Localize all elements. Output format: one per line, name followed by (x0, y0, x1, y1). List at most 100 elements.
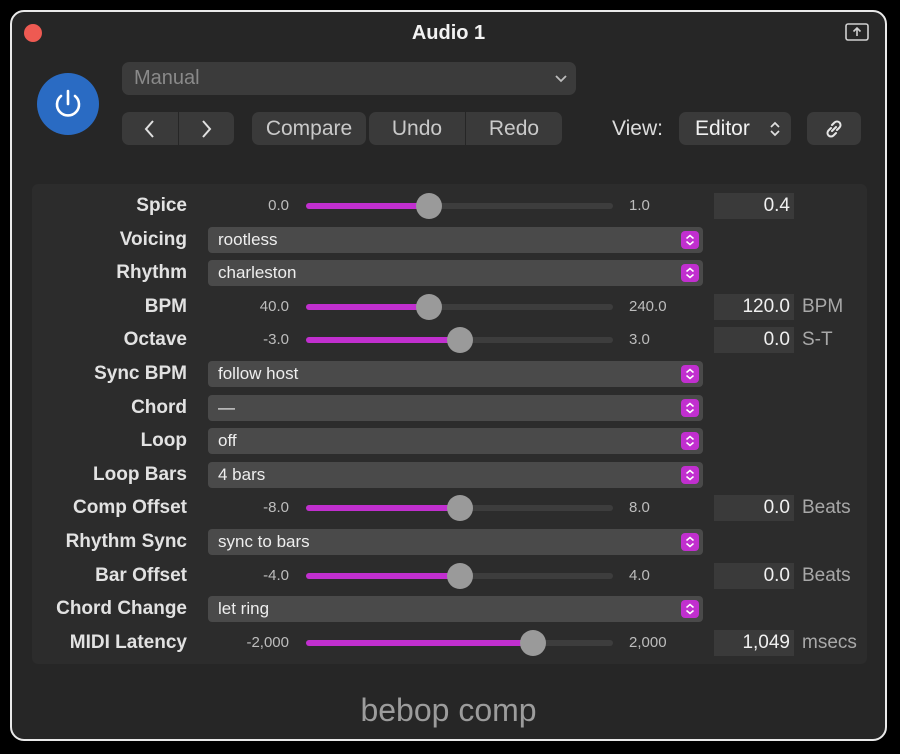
preset-navigation (122, 112, 234, 145)
plugin-name: bebop comp (360, 692, 537, 728)
param-row: Rhythm charleston (32, 256, 867, 289)
stepper-icon (681, 264, 699, 283)
slider-knob[interactable] (520, 629, 547, 656)
unit-label: Beats (802, 564, 851, 586)
select-value: — (218, 397, 235, 417)
preset-value: Manual (134, 67, 200, 89)
select-value: sync to bars (218, 532, 310, 551)
param-label-midi-latency: MIDI Latency (69, 631, 187, 653)
param-label-rhythm-sync: Rhythm Sync (65, 531, 187, 552)
compare-button[interactable]: Compare (252, 112, 366, 145)
unit-label: S-T (802, 329, 833, 351)
unit-label: Beats (802, 497, 851, 519)
stepper-icon (681, 600, 699, 619)
undo-button[interactable]: Undo (369, 112, 465, 145)
preset-dropdown[interactable]: Manual (122, 62, 576, 95)
select-value: off (218, 431, 237, 451)
select-value: let ring (218, 599, 270, 619)
bpm-slider[interactable] (306, 293, 613, 320)
unit-label: BPM (802, 295, 844, 317)
slider-knob[interactable] (415, 293, 442, 320)
param-label-chord-change: Chord Change (56, 598, 187, 620)
spice-slider[interactable] (306, 193, 613, 219)
param-row: Loop off (32, 424, 867, 457)
param-label-bpm: BPM (144, 295, 187, 317)
param-label-bar-offset: Bar Offset (95, 564, 187, 586)
rhythm-select[interactable]: charleston (208, 260, 703, 287)
octave-value-field[interactable]: 0.0 (714, 327, 794, 354)
power-icon (55, 89, 81, 117)
plugin-window: Audio 1 Manual Compare Undo Redo View: E… (10, 10, 887, 741)
slider-max-label: 240.0 (629, 297, 667, 315)
comp-offset-value-field[interactable]: 0.0 (714, 495, 794, 522)
share-icon[interactable] (845, 22, 869, 42)
forward-icon (202, 119, 212, 138)
updown-icon (770, 121, 780, 137)
param-label-loop-bars: Loop Bars (93, 463, 187, 485)
slider-min-label: -8.0 (263, 499, 289, 517)
param-row: Chord — (32, 391, 867, 424)
param-label-octave: Octave (123, 329, 187, 351)
loop-select[interactable]: off (208, 428, 703, 455)
loop-bars-select[interactable]: 4 bars (208, 461, 703, 488)
stepper-icon (681, 465, 699, 484)
slider-min-label: 0.0 (268, 197, 289, 214)
next-preset-button[interactable] (179, 112, 235, 145)
link-icon (826, 119, 842, 138)
unit-label: msecs (802, 631, 857, 653)
param-row: Chord Change let ring (32, 592, 867, 625)
bar-offset-value-field[interactable]: 0.0 (714, 562, 794, 589)
bar-offset-slider[interactable] (306, 562, 613, 589)
voicing-select[interactable]: rootless (208, 226, 703, 253)
chord-select[interactable]: — (208, 394, 703, 421)
param-label-loop: Loop (140, 430, 187, 452)
stepper-icon (681, 398, 699, 417)
select-value: 4 bars (218, 464, 266, 484)
slider-fill (306, 572, 460, 579)
stepper-icon (681, 533, 699, 551)
chord-change-select[interactable]: let ring (208, 596, 703, 623)
comp-offset-slider[interactable] (306, 495, 613, 522)
slider-fill (306, 303, 429, 310)
sync-bpm-select[interactable]: follow host (208, 361, 703, 387)
slider-knob[interactable] (446, 562, 473, 589)
select-value: rootless (218, 229, 278, 249)
slider-min-label: -3.0 (263, 331, 289, 349)
previous-preset-button[interactable] (122, 112, 178, 145)
view-dropdown[interactable]: Editor (679, 112, 791, 145)
slider-knob[interactable] (415, 193, 442, 219)
slider-fill (306, 337, 460, 344)
midi-latency-value-field[interactable]: 1,049 (714, 629, 794, 656)
stepper-icon (681, 365, 699, 383)
param-row: Comp Offset -8.0 8.0 0.0 Beats (32, 491, 867, 524)
octave-slider[interactable] (306, 327, 613, 354)
link-button[interactable] (807, 112, 861, 145)
stepper-icon (681, 432, 699, 451)
select-value: charleston (218, 263, 297, 283)
spice-value-field[interactable]: 0.4 (714, 193, 794, 219)
slider-knob[interactable] (446, 495, 473, 522)
slider-fill (306, 639, 534, 646)
select-value: follow host (218, 364, 299, 383)
slider-max-label: 3.0 (629, 331, 650, 349)
slider-min-label: -4.0 (263, 566, 289, 584)
redo-button[interactable]: Redo (466, 112, 562, 145)
back-icon (144, 119, 154, 138)
power-button[interactable] (37, 73, 99, 135)
midi-latency-slider[interactable] (306, 629, 613, 656)
param-row: MIDI Latency -2,000 2,000 1,049 msecs (32, 626, 867, 659)
param-row: Loop Bars 4 bars (32, 458, 867, 491)
view-label: View: (612, 117, 663, 140)
param-row: Octave -3.0 3.0 0.0 S-T (32, 323, 867, 356)
param-label-rhythm: Rhythm (116, 262, 187, 284)
stepper-icon (681, 230, 699, 249)
window-title: Audio 1 (411, 22, 486, 44)
parameter-panel: Spice 0.0 1.0 0.4 Voicing rootless Rhythm charl… (32, 184, 867, 664)
param-row: Sync BPM follow host (32, 357, 867, 390)
bpm-value-field[interactable]: 120.0 (714, 293, 794, 320)
slider-knob[interactable] (446, 327, 473, 354)
param-row: Rhythm Sync sync to bars (32, 525, 867, 558)
param-label-comp-offset: Comp Offset (73, 497, 187, 519)
rhythm-sync-select[interactable]: sync to bars (208, 529, 703, 555)
param-row: Bar Offset -4.0 4.0 0.0 Beats (32, 559, 867, 592)
